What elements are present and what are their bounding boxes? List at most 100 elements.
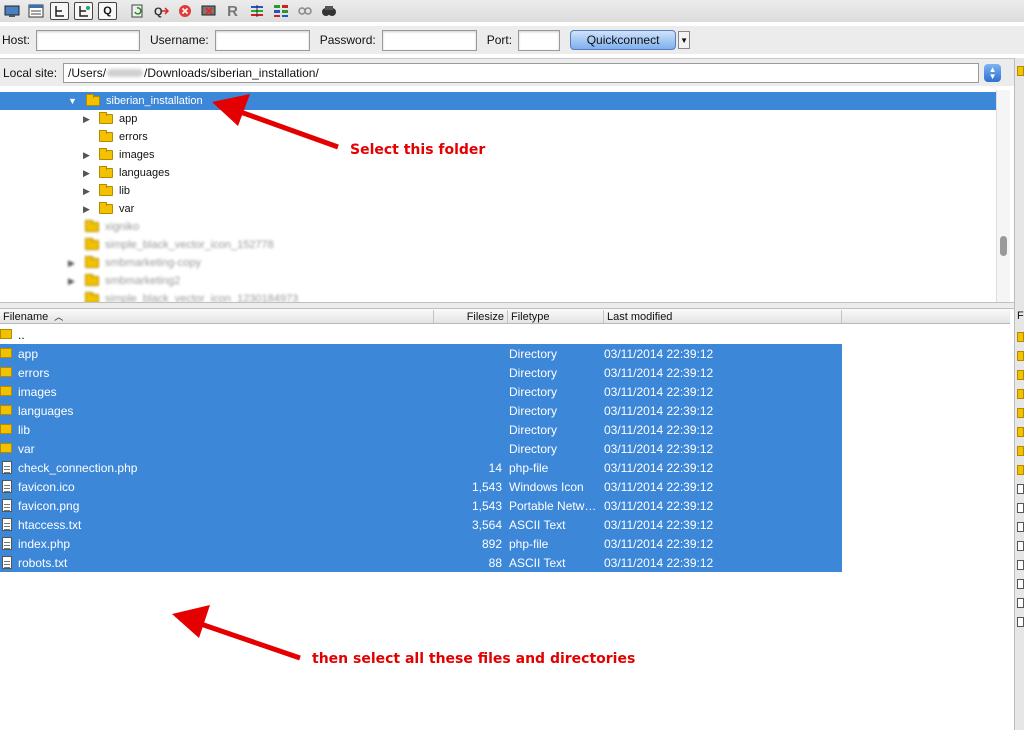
file-name: var [18, 442, 35, 456]
folder-icon [0, 386, 12, 396]
table-row[interactable]: errors Directory 03/11/2014 22:39:12 [0, 363, 842, 382]
folder-icon [99, 112, 113, 124]
tree-item-blurred[interactable]: xigniko [0, 218, 996, 236]
username-label: Username: [150, 33, 209, 47]
tree-item[interactable]: ▶ images [0, 146, 996, 164]
folder-icon [99, 166, 113, 178]
collapsed-arrow-icon[interactable]: ▶ [68, 276, 78, 287]
process-queue-icon[interactable]: Q [151, 2, 170, 20]
folder-icon [99, 130, 113, 142]
table-row[interactable]: favicon.ico 1,543 Windows Icon 03/11/2014 2… [0, 477, 842, 496]
compare-icon[interactable] [271, 2, 290, 20]
file-modified: 03/11/2014 22:39:12 [604, 404, 714, 418]
site-manager-icon[interactable] [2, 2, 21, 20]
collapsed-arrow-icon[interactable]: ▶ [68, 258, 78, 269]
tree-item-label: errors [119, 131, 148, 143]
filter-icon[interactable] [247, 2, 266, 20]
message-log-icon[interactable] [26, 2, 45, 20]
file-icon [2, 537, 12, 550]
tree-item-label: simple_black_vector_icon_152778 [105, 239, 274, 251]
remote-file-icon [1017, 560, 1024, 570]
file-modified: 03/11/2014 22:39:12 [604, 556, 714, 570]
table-row[interactable]: index.php 892 php-file 03/11/2014 22:39:12 [0, 534, 842, 553]
disconnect-icon[interactable] [199, 2, 218, 20]
column-header-filetype[interactable]: Filetype [508, 310, 604, 323]
table-row[interactable]: lib Directory 03/11/2014 22:39:12 [0, 420, 842, 439]
tree-item-label: smbmarketing-copy [105, 257, 201, 269]
pane-splitter-horizontal[interactable] [0, 302, 1014, 309]
tree-item[interactable]: ▶ languages [0, 164, 996, 182]
file-icon [2, 499, 12, 512]
quickconnect-bar: Host: Username: Password: Port: Quickcon… [0, 26, 1024, 54]
tree-item-blurred[interactable]: simple_black_vector_icon_152778 [0, 236, 996, 254]
column-header-last-modified[interactable]: Last modified [604, 310, 842, 323]
tree-item-label: var [119, 203, 135, 215]
tree-item-blurred[interactable]: ▶ smbmarketing-copy [0, 254, 996, 272]
file-type: php-file [509, 461, 549, 475]
remote-tree-icon[interactable] [74, 2, 93, 20]
queue-icon[interactable]: Q [98, 2, 117, 20]
file-type: ASCII Text [509, 518, 566, 532]
quickconnect-history-dropdown[interactable]: ▼ [678, 31, 691, 49]
table-row[interactable]: var Directory 03/11/2014 22:39:12 [0, 439, 842, 458]
table-row[interactable]: languages Directory 03/11/2014 22:39:12 [0, 401, 842, 420]
file-modified: 03/11/2014 22:39:12 [604, 461, 714, 475]
quickconnect-button[interactable]: Quickconnect [570, 30, 677, 50]
file-type: Directory [509, 347, 558, 361]
expanded-arrow-icon[interactable]: ▼ [68, 96, 78, 106]
file-type: Directory [509, 442, 558, 456]
folder-icon [85, 292, 99, 302]
tree-item[interactable]: errors [0, 128, 996, 146]
path-history-stepper[interactable]: ▲ ▼ [984, 63, 1002, 82]
file-type: Directory [509, 404, 558, 418]
table-row[interactable]: app Directory 03/11/2014 22:39:12 [0, 344, 842, 363]
tree-item-blurred[interactable]: ▶ smbmarketing2 [0, 272, 996, 290]
tree-item[interactable]: ▶ lib [0, 182, 996, 200]
chevron-down-icon: ▼ [680, 35, 689, 45]
table-row[interactable]: favicon.png 1,543 Portable Netw… 03/11/2014… [0, 496, 842, 515]
file-modified: 03/11/2014 22:39:12 [604, 347, 714, 361]
list-item-parent-dir[interactable]: .. [0, 325, 842, 344]
file-modified: 03/11/2014 22:39:12 [604, 518, 714, 532]
tree-scrollbar-thumb[interactable] [1000, 236, 1007, 256]
file-name: index.php [18, 537, 71, 551]
table-row[interactable]: check_connection.php 14 php-file 03/11/2014… [0, 458, 842, 477]
file-modified: 03/11/2014 22:39:12 [604, 385, 714, 399]
reconnect-icon[interactable]: R [223, 2, 242, 20]
column-header-filesize[interactable]: Filesize [434, 310, 508, 323]
collapsed-arrow-icon[interactable]: ▶ [83, 114, 93, 125]
search-icon[interactable] [319, 2, 338, 20]
table-row[interactable]: images Directory 03/11/2014 22:39:12 [0, 382, 842, 401]
collapsed-arrow-icon[interactable]: ▶ [83, 204, 93, 215]
table-row[interactable]: robots.txt 88 ASCII Text 03/11/2014 22:39:1… [0, 553, 842, 572]
file-name: favicon.png [18, 499, 80, 513]
column-header-filename[interactable]: Filename ︿ [0, 310, 434, 323]
folder-icon [85, 256, 99, 268]
local-site-bar: Local site: /Users/ /Downloads/siberian_… [0, 58, 1024, 86]
file-size: 14 [488, 461, 502, 475]
tree-item[interactable]: ▶ var [0, 200, 996, 218]
local-tree-icon[interactable] [50, 2, 69, 20]
collapsed-arrow-icon[interactable]: ▶ [83, 150, 93, 161]
tree-item[interactable]: ▶ app [0, 110, 996, 128]
file-list-header: Filename ︿ Filesize Filetype Last modifi… [0, 309, 1010, 324]
local-site-path-input[interactable]: /Users/ /Downloads/siberian_installation… [63, 62, 980, 83]
refresh-icon[interactable] [127, 2, 146, 20]
tree-scrollbar[interactable] [996, 90, 1010, 302]
up-down-arrows-icon: ▲ ▼ [988, 64, 997, 81]
folder-icon [85, 220, 99, 232]
sync-browse-icon[interactable] [295, 2, 314, 20]
tree-item-blurred[interactable]: simple_black_vector_icon_1230184973 [0, 290, 996, 302]
port-input[interactable] [518, 29, 561, 51]
host-input[interactable] [36, 29, 141, 51]
password-input[interactable] [381, 29, 477, 51]
table-row[interactable]: htaccess.txt 3,564 ASCII Text 03/11/2014 22… [0, 515, 842, 534]
collapsed-arrow-icon[interactable]: ▶ [83, 186, 93, 197]
file-modified: 03/11/2014 22:39:12 [604, 423, 714, 437]
username-input[interactable] [214, 29, 310, 51]
remote-file-icon [1017, 484, 1024, 494]
cancel-icon[interactable] [175, 2, 194, 20]
local-site-label: Local site: [3, 65, 58, 80]
collapsed-arrow-icon[interactable]: ▶ [83, 168, 93, 179]
tree-item-selected-folder[interactable]: ▼ siberian_installation [0, 92, 996, 110]
